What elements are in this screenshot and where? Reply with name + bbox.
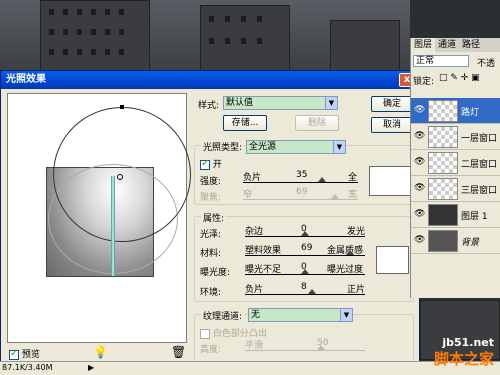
exposure-label: 曝光度: (200, 268, 231, 278)
ambient-color-swatch[interactable] (376, 246, 409, 274)
status-arrow-icon[interactable]: ▶ (88, 362, 94, 374)
layer-row[interactable]: 👁 三层窗口 (411, 176, 500, 202)
focus-value: 69 (296, 187, 308, 197)
delete-button[interactable]: 删除 (295, 115, 339, 131)
dialog-title: 光照效果 (1, 71, 419, 89)
texture-channel-label: 纹理通道: (201, 309, 245, 322)
building (40, 0, 150, 75)
light-type-select[interactable]: 全光源 ▼ (246, 140, 346, 154)
chevron-down-icon: ▼ (325, 97, 337, 109)
layer-name: 背景 (461, 238, 480, 248)
gloss-slider-thumb[interactable] (301, 231, 309, 236)
material-slider[interactable] (245, 255, 365, 256)
layer-thumbnail (428, 178, 458, 200)
eye-icon[interactable]: 👁 (414, 131, 425, 141)
height-label: 高度: (200, 345, 222, 355)
lighting-effects-dialog: 光照效果 x 预览 💡 🗑 样式: 默认值▼ 存储... 删除 确定 取消 光照… (0, 70, 420, 365)
layer-thumbnail (428, 100, 458, 122)
building (200, 5, 290, 75)
cancel-button[interactable]: 取消 (371, 117, 413, 133)
layer-thumbnail (428, 204, 458, 226)
preview-area[interactable] (7, 93, 191, 343)
gloss-slider[interactable] (245, 236, 365, 237)
tab-layers[interactable]: 图层 (411, 38, 436, 52)
light-bulb-icon[interactable]: 💡 (93, 345, 108, 359)
exposure-slider[interactable] (245, 274, 365, 275)
eye-icon[interactable]: 👁 (414, 105, 425, 115)
lamp-pole (111, 176, 115, 276)
eye-icon[interactable]: 👁 (414, 209, 425, 219)
layer-name: 一层窗口 (461, 134, 498, 144)
ambience-value: 8 (301, 282, 307, 292)
style-label: 样式: (198, 101, 220, 111)
light-center-handle[interactable] (117, 174, 123, 180)
height-slider[interactable] (245, 350, 365, 351)
intensity-slider[interactable] (243, 182, 358, 183)
style-select[interactable]: 默认值 ▼ (223, 96, 338, 110)
preview-checkbox[interactable] (9, 348, 19, 360)
focus-label: 聚焦: (200, 193, 222, 203)
intensity-value: 35 (296, 170, 308, 180)
trash-icon[interactable]: 🗑 (171, 345, 186, 359)
chevron-down-icon: ▼ (333, 141, 345, 153)
building (330, 20, 400, 75)
light-on-checkbox[interactable] (200, 158, 210, 170)
material-slider-thumb[interactable] (346, 250, 354, 255)
light-on-label: 开 (212, 160, 222, 170)
layer-thumbnail (428, 230, 458, 252)
eye-icon[interactable]: 👁 (414, 157, 425, 167)
tab-channels[interactable]: 通道 (435, 38, 459, 52)
layer-row[interactable]: 👁 二层窗口 (411, 150, 500, 176)
layer-row[interactable]: 👁 背景 (411, 228, 500, 254)
ambience-label: 环境: (200, 288, 222, 298)
ok-button[interactable]: 确定 (371, 96, 413, 112)
exposure-slider-thumb[interactable] (301, 269, 309, 274)
gloss-label: 光泽: (200, 230, 222, 240)
layers-panel-tabs: 图层 通道 路径 (411, 38, 500, 52)
layers-panel: 图层 通道 路径 正常 不透 锁定: □ ✎ ✛ ▣ 👁 路灯 👁 一层窗口 👁 二层窗口… (410, 38, 500, 298)
layer-name: 图层 1 (461, 212, 488, 222)
focus-slider[interactable] (243, 199, 358, 200)
preview-controls: 预览 💡 🗑 (7, 345, 187, 361)
status-bar: 87.1K/3.40M ▶ (0, 361, 500, 375)
lock-icons[interactable]: □ ✎ ✛ ▣ (439, 73, 480, 83)
light-type-label: 光照类型: (201, 140, 245, 153)
layer-thumbnail (428, 126, 458, 148)
height-slider-thumb[interactable] (317, 345, 325, 350)
intensity-label: 强度: (200, 177, 222, 187)
layer-row[interactable]: 👁 图层 1 (411, 202, 500, 228)
layer-row[interactable]: 👁 路灯 (411, 98, 500, 124)
document-size: 87.1K/3.40M (2, 363, 53, 372)
light-handle[interactable] (120, 105, 124, 109)
material-value: 69 (301, 243, 313, 253)
eye-icon[interactable]: 👁 (414, 183, 425, 193)
layer-name: 二层窗口 (461, 160, 498, 170)
blend-mode-select[interactable]: 正常 (413, 55, 469, 67)
texture-channel-select[interactable]: 无 ▼ (248, 308, 353, 322)
white-high-checkbox[interactable] (200, 328, 210, 339)
material-label: 材料: (200, 249, 222, 259)
ambience-slider-thumb[interactable] (308, 289, 316, 294)
layer-name: 路灯 (461, 108, 480, 118)
light-color-swatch[interactable] (369, 166, 411, 196)
focus-slider-thumb[interactable] (331, 194, 339, 199)
layer-name: 三层窗口 (461, 186, 498, 196)
ambience-slider[interactable] (245, 294, 365, 295)
eye-icon[interactable]: 👁 (414, 235, 425, 245)
properties-label: 属性: (201, 211, 227, 224)
watermark-name: 脚本之家 (433, 350, 494, 368)
opacity-label: 不透 (477, 59, 496, 69)
chevron-down-icon: ▼ (340, 309, 352, 321)
lock-label: 锁定: (413, 77, 435, 87)
preview-label: 预览 (21, 350, 40, 360)
layer-row[interactable]: 👁 一层窗口 (411, 124, 500, 150)
save-button[interactable]: 存储... (223, 115, 267, 131)
layer-thumbnail (428, 152, 458, 174)
intensity-slider-thumb[interactable] (318, 177, 326, 182)
tab-paths[interactable]: 路径 (459, 38, 483, 52)
